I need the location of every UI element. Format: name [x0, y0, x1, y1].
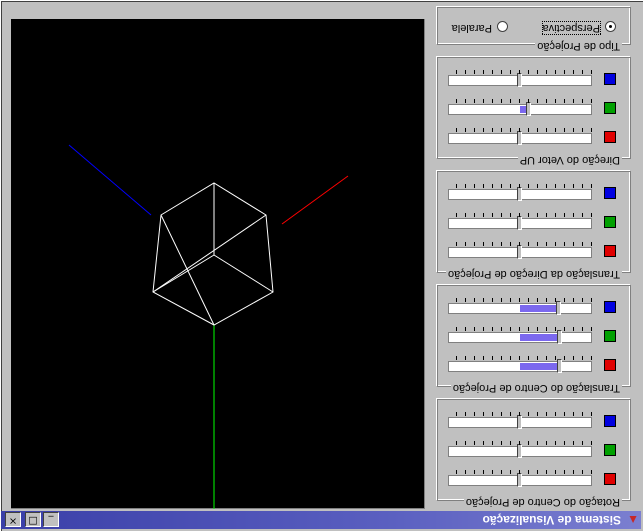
tcenter-y-slider[interactable]: [448, 327, 592, 344]
parallel-radio[interactable]: [497, 21, 508, 32]
tcenter-z-row: [444, 295, 622, 317]
slider-ticks: [448, 213, 592, 217]
z-axis-swatch: [604, 73, 616, 85]
slider-ticks: [448, 99, 592, 103]
slider-fill: [520, 305, 559, 312]
rotation-x-slider[interactable]: [448, 470, 592, 487]
app-window-icon[interactable]: ▲: [625, 513, 639, 527]
cube-outline: [152, 182, 274, 326]
slider-thumb[interactable]: [517, 131, 522, 145]
maximize-button[interactable]: □: [25, 512, 41, 527]
parallel-label[interactable]: Paralela: [452, 22, 492, 34]
projection-type-legend: Tipo de Projeção: [535, 40, 622, 52]
cube-wireframe: [152, 182, 274, 326]
tdir-x-row: [444, 239, 622, 261]
slider-ticks: [448, 70, 592, 74]
title-bar[interactable]: ▲ Sistema de Visualização _ □ ×: [1, 511, 641, 529]
tdir-z-row: [444, 181, 622, 203]
perspective-label[interactable]: Perspectiva: [541, 21, 602, 35]
slider-thumb[interactable]: [517, 187, 522, 201]
tdir-x-slider[interactable]: [448, 242, 592, 259]
tdir-z-slider[interactable]: [448, 184, 592, 201]
projection-type-group: Tipo de Projeção Perspectiva Paralela: [437, 7, 631, 52]
x-axis-swatch: [604, 131, 616, 143]
up-y-slider[interactable]: [448, 99, 592, 116]
translation-direction-legend: Translação da Direção de Projeção: [445, 268, 622, 280]
slider-thumb[interactable]: [557, 359, 563, 373]
up-y-row: [444, 96, 622, 118]
z-axis-swatch: [604, 187, 616, 199]
rotation-z-row: [444, 409, 622, 431]
minimize-button[interactable]: _: [43, 512, 59, 527]
translation-center-legend: Translação do Centro de Projeção: [450, 382, 622, 394]
x-axis-swatch: [604, 473, 616, 485]
slider-fill: [520, 334, 561, 341]
cube-edge: [160, 214, 215, 326]
projection-viewport[interactable]: [11, 19, 425, 509]
slider-ticks: [448, 298, 592, 302]
y-axis-swatch: [604, 216, 616, 228]
slider-thumb[interactable]: [517, 73, 522, 87]
rotation-center-group: Rotação do Centro de Projeção: [437, 399, 631, 508]
slider-ticks: [448, 327, 592, 331]
up-vector-legend: Direção do Vetor UP: [517, 154, 622, 166]
y-axis-swatch: [604, 102, 616, 114]
y-axis-swatch: [604, 330, 616, 342]
slider-ticks: [448, 184, 592, 188]
slider-ticks: [448, 356, 592, 360]
rotation-center-legend: Rotação do Centro de Projeção: [463, 496, 622, 508]
slider-ticks: [448, 470, 592, 474]
slider-thumb[interactable]: [517, 444, 522, 458]
cube-edge: [213, 254, 274, 293]
slider-thumb[interactable]: [517, 245, 522, 259]
up-z-slider[interactable]: [448, 70, 592, 87]
slider-thumb[interactable]: [557, 330, 563, 344]
slider-thumb[interactable]: [517, 216, 522, 230]
x-axis-line: [281, 175, 349, 225]
rotation-y-slider[interactable]: [448, 441, 592, 458]
tcenter-x-row: [444, 353, 622, 375]
slider-thumb[interactable]: [517, 473, 522, 487]
rotation-y-row: [444, 438, 622, 460]
rotation-x-row: [444, 467, 622, 489]
up-x-slider[interactable]: [448, 128, 592, 145]
rotation-z-slider[interactable]: [448, 412, 592, 429]
slider-thumb[interactable]: [517, 415, 522, 429]
perspective-radio[interactable]: [605, 21, 616, 32]
tcenter-y-row: [444, 324, 622, 346]
y-axis-swatch: [604, 444, 616, 456]
x-axis-swatch: [604, 359, 616, 371]
window-title: Sistema de Visualização: [482, 513, 621, 527]
translation-direction-group: Translação da Direção de Projeção: [437, 171, 631, 280]
translation-center-group: Translação do Centro de Projeção: [437, 285, 631, 394]
z-axis-line: [68, 144, 152, 216]
scene-svg: [68, 144, 349, 509]
z-axis-swatch: [604, 301, 616, 313]
slider-ticks: [448, 242, 592, 246]
slider-ticks: [448, 412, 592, 416]
x-axis-swatch: [604, 245, 616, 257]
up-x-row: [444, 125, 622, 147]
application-window: ▲ Sistema de Visualização _ □ × Rotação …: [0, 0, 644, 532]
tcenter-z-slider[interactable]: [448, 298, 592, 315]
tcenter-x-slider[interactable]: [448, 356, 592, 373]
cube-edge: [152, 214, 267, 293]
slider-thumb[interactable]: [525, 102, 531, 116]
slider-ticks: [448, 128, 592, 132]
slider-thumb[interactable]: [555, 301, 561, 315]
up-vector-group: Direção do Vetor UP: [437, 57, 631, 166]
slider-ticks: [448, 441, 592, 445]
tdir-y-row: [444, 210, 622, 232]
z-axis-swatch: [604, 415, 616, 427]
up-z-row: [444, 67, 622, 89]
close-button[interactable]: ×: [5, 512, 21, 527]
tdir-y-slider[interactable]: [448, 213, 592, 230]
slider-fill: [520, 363, 561, 370]
